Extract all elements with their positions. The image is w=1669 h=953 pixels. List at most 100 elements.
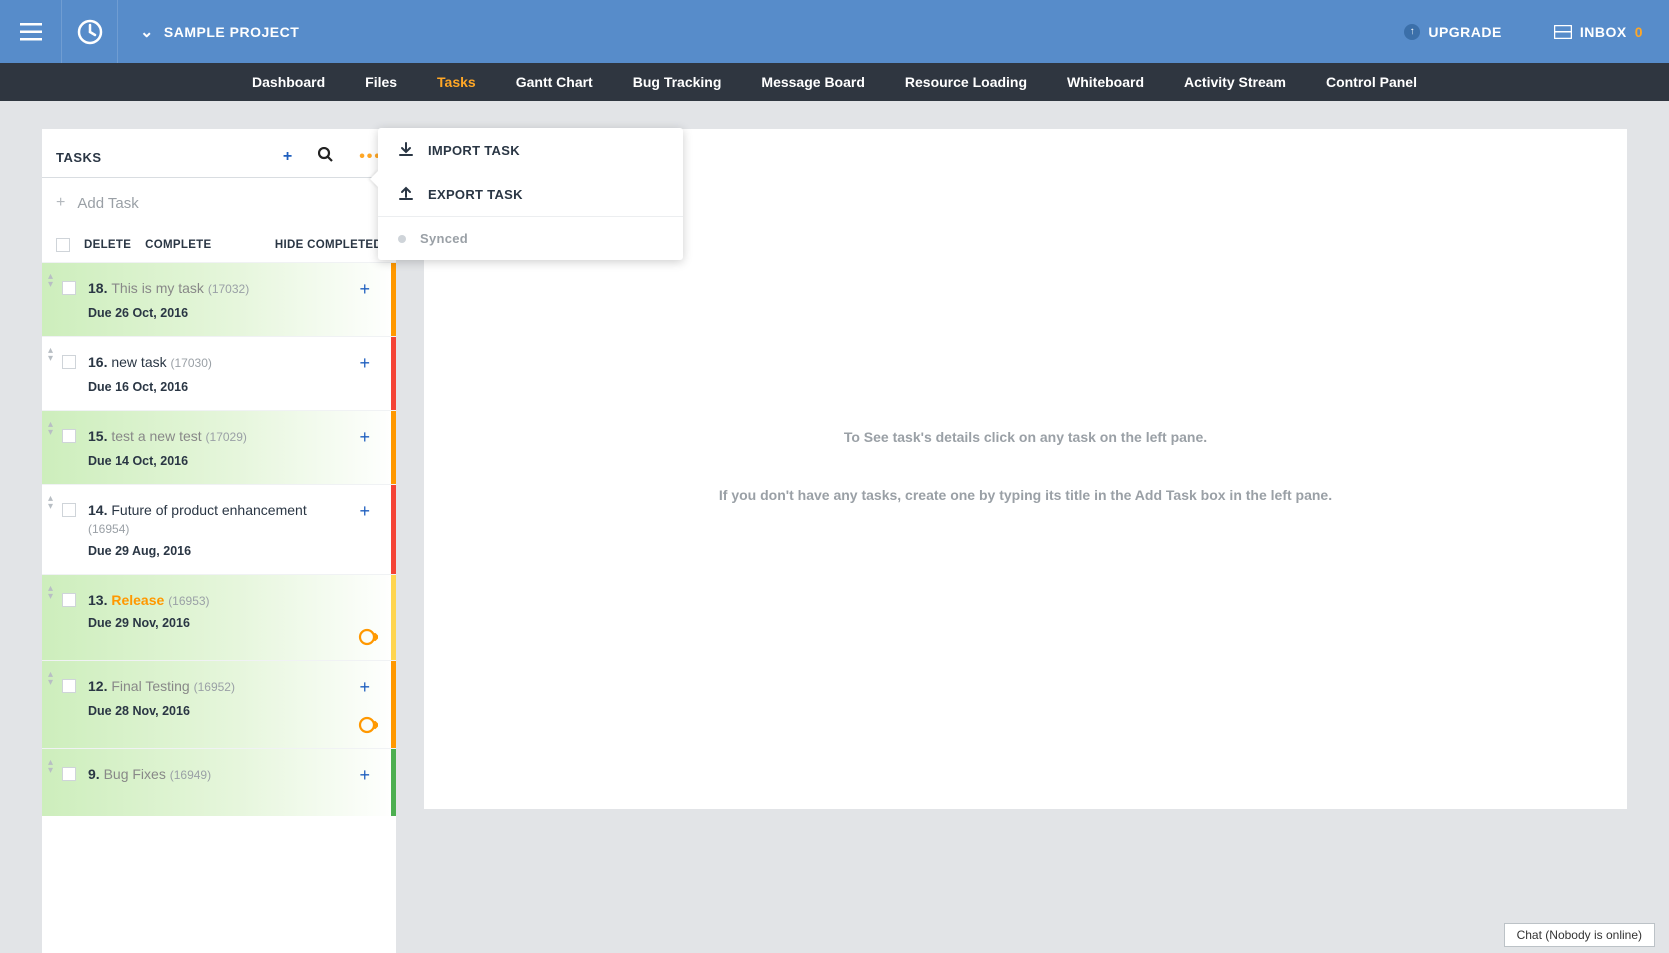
nav-bugtracking[interactable]: Bug Tracking — [615, 63, 740, 101]
task-item[interactable]: ▴▾15. test a new test (17029)+Due 14 Oct… — [42, 410, 396, 484]
main-nav: Dashboard Files Tasks Gantt Chart Bug Tr… — [0, 63, 1669, 101]
tasks-panel-header: TASKS + ••• — [42, 129, 396, 178]
sort-handle-icon[interactable]: ▴▾ — [48, 347, 53, 363]
task-item[interactable]: ▴▾13. Release (16953)Due 29 Nov, 2016 — [42, 574, 396, 660]
task-number: 18. — [88, 280, 111, 296]
task-checkbox[interactable] — [62, 429, 76, 443]
task-due-date: Due 14 Oct, 2016 — [88, 454, 376, 468]
task-item[interactable]: ▴▾18. This is my task (17032)+Due 26 Oct… — [42, 262, 396, 336]
task-checkbox[interactable] — [62, 281, 76, 295]
toolbar-complete[interactable]: COMPLETE — [145, 239, 211, 251]
upgrade-button[interactable]: ↑ UPGRADE — [1378, 24, 1528, 40]
menu-button[interactable] — [0, 0, 62, 63]
sync-dot-icon — [398, 235, 406, 243]
inbox-label: INBOX — [1580, 24, 1627, 40]
empty-hint-2: If you don't have any tasks, create one … — [719, 487, 1332, 503]
task-due-date: Due 29 Aug, 2016 — [88, 544, 376, 558]
task-number: 13. — [88, 592, 111, 608]
expand-task-icon[interactable]: + — [359, 427, 370, 448]
more-actions-popover: IMPORT TASK EXPORT TASK Synced — [378, 128, 683, 260]
chat-widget[interactable]: Chat (Nobody is online) — [1504, 923, 1655, 947]
nav-files[interactable]: Files — [347, 63, 415, 101]
sort-handle-icon[interactable]: ▴▾ — [48, 585, 53, 601]
task-checkbox[interactable] — [62, 503, 76, 517]
task-checkbox[interactable] — [62, 593, 76, 607]
inbox-button[interactable]: INBOX 0 — [1528, 24, 1669, 40]
sort-handle-icon[interactable]: ▴▾ — [48, 495, 53, 511]
select-all-checkbox[interactable] — [56, 238, 70, 252]
task-item[interactable]: ▴▾12. Final Testing (16952)+Due 28 Nov, … — [42, 660, 396, 748]
expand-task-icon[interactable]: + — [359, 677, 370, 698]
task-item[interactable]: ▴▾9. Bug Fixes (16949)+ — [42, 748, 396, 816]
task-name: Final Testing — [111, 678, 193, 694]
synced-label: Synced — [420, 231, 468, 246]
task-number: 12. — [88, 678, 111, 694]
project-name: SAMPLE PROJECT — [164, 24, 299, 40]
toolbar-hide-completed[interactable]: HIDE COMPLETED — [275, 239, 382, 251]
task-checkbox[interactable] — [62, 355, 76, 369]
toolbar-delete[interactable]: DELETE — [84, 239, 131, 251]
nav-controlpanel[interactable]: Control Panel — [1308, 63, 1435, 101]
tasks-list: ▴▾18. This is my task (17032)+Due 26 Oct… — [42, 262, 396, 953]
main-area: TASKS + ••• + Add Task DELETE COMPLETE H… — [0, 101, 1669, 953]
plus-icon: + — [56, 194, 65, 212]
export-task-action[interactable]: EXPORT TASK — [378, 172, 683, 216]
sort-handle-icon[interactable]: ▴▾ — [48, 421, 53, 437]
task-id: (16949) — [170, 768, 211, 782]
task-id: (16952) — [194, 680, 235, 694]
export-label: EXPORT TASK — [428, 187, 523, 202]
task-item[interactable]: ▴▾14. Future of product enhancement (169… — [42, 484, 396, 574]
import-task-action[interactable]: IMPORT TASK — [378, 128, 683, 172]
sort-handle-icon[interactable]: ▴▾ — [48, 759, 53, 775]
nav-tasks[interactable]: Tasks — [419, 63, 494, 101]
logo — [62, 0, 118, 63]
nav-activitystream[interactable]: Activity Stream — [1166, 63, 1304, 101]
nav-whiteboard[interactable]: Whiteboard — [1049, 63, 1162, 101]
sort-handle-icon[interactable]: ▴▾ — [48, 671, 53, 687]
top-header: ⌄ SAMPLE PROJECT ↑ UPGRADE INBOX 0 — [0, 0, 1669, 63]
empty-hint-1: To See task's details click on any task … — [844, 429, 1207, 445]
inbox-icon — [1554, 25, 1572, 39]
nav-gantt[interactable]: Gantt Chart — [498, 63, 611, 101]
tasks-panel: TASKS + ••• + Add Task DELETE COMPLETE H… — [42, 129, 396, 953]
task-item[interactable]: ▴▾16. new task (17030)+Due 16 Oct, 2016 — [42, 336, 396, 410]
nav-resourceloading[interactable]: Resource Loading — [887, 63, 1045, 101]
task-name: new task — [111, 354, 170, 370]
expand-task-icon[interactable]: + — [359, 765, 370, 786]
task-number: 15. — [88, 428, 111, 444]
nav-dashboard[interactable]: Dashboard — [234, 63, 343, 101]
search-icon[interactable] — [318, 147, 333, 167]
recurring-icon — [358, 715, 378, 738]
import-label: IMPORT TASK — [428, 143, 520, 158]
upgrade-label: UPGRADE — [1428, 24, 1502, 40]
hamburger-icon — [20, 23, 42, 41]
import-icon — [398, 142, 414, 158]
task-number: 9. — [88, 766, 104, 782]
export-icon — [398, 186, 414, 202]
header-left: ⌄ SAMPLE PROJECT — [0, 0, 321, 63]
recurring-icon — [358, 627, 378, 650]
priority-edge — [391, 749, 396, 816]
task-id: (17029) — [206, 430, 247, 444]
task-name: This is my task — [111, 280, 207, 296]
task-checkbox[interactable] — [62, 679, 76, 693]
tasks-title: TASKS — [56, 150, 283, 165]
task-number: 14. — [88, 502, 111, 518]
expand-task-icon[interactable]: + — [359, 353, 370, 374]
expand-task-icon[interactable]: + — [359, 501, 370, 522]
expand-task-icon[interactable]: + — [359, 279, 370, 300]
sort-handle-icon[interactable]: ▴▾ — [48, 273, 53, 289]
task-id: (17030) — [171, 356, 212, 370]
nav-messageboard[interactable]: Message Board — [743, 63, 882, 101]
task-due-date: Due 16 Oct, 2016 — [88, 380, 376, 394]
tasks-toolbar: DELETE COMPLETE HIDE COMPLETED — [42, 228, 396, 262]
add-task-input[interactable]: + Add Task — [42, 178, 396, 228]
add-task-icon[interactable]: + — [283, 148, 292, 166]
project-selector[interactable]: ⌄ SAMPLE PROJECT — [118, 22, 321, 42]
inbox-count: 0 — [1635, 24, 1643, 40]
clock-icon — [77, 19, 103, 45]
task-id: (16954) — [88, 522, 129, 536]
task-id: (16953) — [168, 594, 209, 608]
task-checkbox[interactable] — [62, 767, 76, 781]
task-due-date: Due 29 Nov, 2016 — [88, 616, 376, 630]
